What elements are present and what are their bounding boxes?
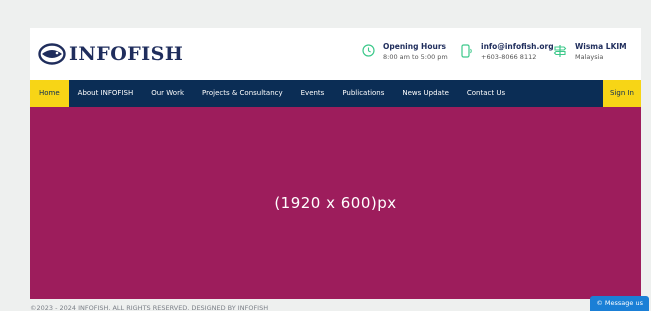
phone-icon <box>461 44 472 58</box>
clock-icon <box>362 44 375 57</box>
main-nav: Home About INFOFISH Our Work Projects & … <box>30 80 641 107</box>
nav-projects[interactable]: Projects & Consultancy <box>193 80 292 107</box>
location-country: Malaysia <box>575 53 604 61</box>
nav-home[interactable]: Home <box>30 80 69 107</box>
opening-hours-info: Opening Hours 8:00 am to 5:00 pm <box>362 42 448 63</box>
contact-phone[interactable]: +603-8066 8112 <box>481 52 554 63</box>
page-frame: INFOFISH Opening Hours 8:00 am to 5:00 p… <box>30 28 641 299</box>
header-bar: INFOFISH Opening Hours 8:00 am to 5:00 p… <box>30 28 641 80</box>
hero-placeholder-text: (1920 x 600)px <box>274 194 397 212</box>
location-info: Wisma LKIM Malaysia <box>553 42 627 63</box>
logo-text: INFOFISH <box>69 43 184 65</box>
sign-in-button[interactable]: Sign In <box>603 80 641 107</box>
message-us-button[interactable]: © Message us <box>590 296 649 311</box>
site-logo[interactable]: INFOFISH <box>38 41 183 67</box>
fish-logo-icon <box>38 43 66 65</box>
hours-value: 8:00 am to 5:00 pm <box>383 53 448 61</box>
nav-events[interactable]: Events <box>292 80 334 107</box>
nav-our-work[interactable]: Our Work <box>142 80 193 107</box>
hero-banner: (1920 x 600)px <box>30 107 641 299</box>
nav-about[interactable]: About INFOFISH <box>69 80 143 107</box>
contact-email[interactable]: info@infofish.org <box>481 42 554 52</box>
footer-copyright: ©2023 - 2024 INFOFISH. ALL RIGHTS RESERV… <box>30 304 269 311</box>
nav-news-update[interactable]: News Update <box>393 80 458 107</box>
location-title: Wisma LKIM <box>575 42 627 51</box>
contact-info: info@infofish.org +603-8066 8112 <box>460 42 554 63</box>
nav-contact[interactable]: Contact Us <box>458 80 514 107</box>
hours-title: Opening Hours <box>383 42 446 51</box>
nav-publications[interactable]: Publications <box>333 80 393 107</box>
signpost-icon <box>553 45 567 57</box>
